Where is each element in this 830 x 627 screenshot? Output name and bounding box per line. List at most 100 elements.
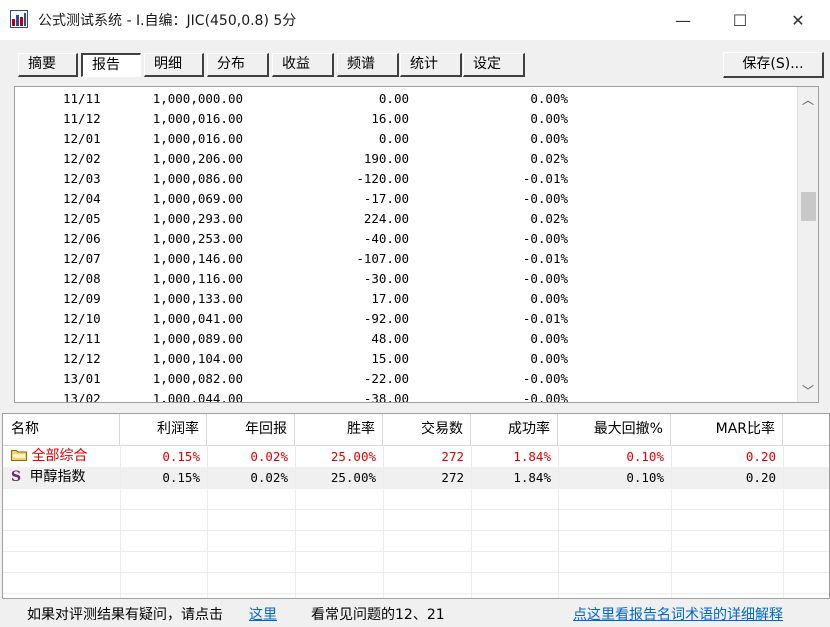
report-profit: 224.00 <box>363 211 409 226</box>
faq-text: 看常见问题的12、21 <box>311 607 445 623</box>
report-balance: 1,000,253.00 <box>152 231 243 246</box>
cell-max-drawdown: 0.10% <box>626 449 664 464</box>
report-row: 12/05 1,000,293.00 224.00 0.02% <box>15 209 795 229</box>
report-percent: 0.02% <box>530 151 568 166</box>
tab-detail[interactable]: 明细 <box>144 53 204 77</box>
report-percent: -0.00% <box>522 371 568 386</box>
report-balance: 1,000,000.00 <box>152 91 243 106</box>
report-row: 12/11 1,000,089.00 48.00 0.00% <box>15 329 795 349</box>
report-date: 11/12 <box>63 111 101 126</box>
summary-table[interactable]: 名称 利润率 年回报 胜率 交易数 成功率 最大回撤% MAR比率 全部综合 0… <box>2 413 830 599</box>
footer-bar: 如果对评测结果有疑问，请点击 这里 看常见问题的12、21 点这里看报告名词术语… <box>0 600 830 627</box>
grid-divider <box>471 445 472 598</box>
maximize-button[interactable]: ☐ <box>717 0 763 40</box>
vertical-scrollbar[interactable]: ︿ ﹀ <box>797 87 818 402</box>
cell-mar-ratio: 0.20 <box>745 449 776 464</box>
tab-settings[interactable]: 设定 <box>463 53 525 77</box>
scroll-up-icon[interactable]: ︿ <box>798 89 818 109</box>
report-date: 12/02 <box>63 151 101 166</box>
report-profit: 16.00 <box>371 111 409 126</box>
tab-spectrum[interactable]: 频谱 <box>337 53 399 77</box>
report-percent: 0.00% <box>530 291 568 306</box>
here-link[interactable]: 这里 <box>249 604 277 624</box>
report-row: 12/06 1,000,253.00 -40.00 -0.00% <box>15 229 795 249</box>
grid-line <box>3 530 829 531</box>
report-date: 12/04 <box>63 191 101 206</box>
report-row: 12/01 1,000,016.00 0.00 0.00% <box>15 129 795 149</box>
header-win-rate[interactable]: 胜率 <box>295 414 383 445</box>
header-profit-rate[interactable]: 利润率 <box>120 414 207 445</box>
glossary-link[interactable]: 点这里看报告名词术语的详细解释 <box>573 604 783 624</box>
report-row: 13/02 1,000,044.00 -38.00 -0.00% <box>15 389 795 403</box>
tab-report[interactable]: 报告 <box>81 53 141 77</box>
report-balance: 1,000,086.00 <box>152 171 243 186</box>
report-balance: 1,000,206.00 <box>152 151 243 166</box>
maximize-icon: ☐ <box>732 10 748 30</box>
grid-divider <box>207 445 208 598</box>
scroll-down-icon[interactable]: ﹀ <box>798 380 818 400</box>
minimize-button[interactable]: — <box>660 0 706 40</box>
tab-profit[interactable]: 收益 <box>272 53 334 77</box>
report-balance: 1,000,104.00 <box>152 351 243 366</box>
report-row: 12/10 1,000,041.00 -92.00 -0.01% <box>15 309 795 329</box>
report-profit: -30.00 <box>363 271 409 286</box>
summary-header: 名称 利润率 年回报 胜率 交易数 成功率 最大回撤% MAR比率 <box>3 414 829 446</box>
report-balance: 1,000,082.00 <box>152 371 243 386</box>
report-profit: -120.00 <box>356 171 409 186</box>
report-balance: 1,000,016.00 <box>152 131 243 146</box>
tab-statistics[interactable]: 统计 <box>400 53 462 77</box>
report-profit: 0.00 <box>378 91 409 106</box>
report-panel[interactable]: 11/11 1,000,000.00 0.00 0.00% 11/12 1,000,016… <box>14 86 819 403</box>
grid-divider <box>558 445 559 598</box>
report-percent: -0.01% <box>522 311 568 326</box>
report-profit: -17.00 <box>363 191 409 206</box>
report-percent: -0.00% <box>522 271 568 286</box>
report-balance: 1,000,069.00 <box>152 191 243 206</box>
summary-row-all[interactable]: 全部综合 0.15% 0.02% 25.00% 272 1.84% 0.10% … <box>3 446 829 468</box>
report-percent: -0.01% <box>522 171 568 186</box>
header-name[interactable]: 名称 <box>3 414 120 445</box>
title-bar: 公式测试系统 - I.自编：JIC(450,0.8) 5分 — ☐ ✕ <box>0 0 830 41</box>
row-name: 全部综合 <box>31 448 88 464</box>
question-text: 如果对评测结果有疑问，请点击 <box>27 607 223 623</box>
header-mar-ratio[interactable]: MAR比率 <box>671 414 783 445</box>
summary-row-methanol[interactable]: S 甲醇指数 0.15% 0.02% 25.00% 272 1.84% 0.10… <box>3 467 829 489</box>
report-row: 11/12 1,000,016.00 16.00 0.00% <box>15 109 795 129</box>
cell-max-drawdown: 0.10% <box>626 470 664 485</box>
report-balance: 1,000,089.00 <box>152 331 243 346</box>
report-profit: 190.00 <box>363 151 409 166</box>
header-annual-return[interactable]: 年回报 <box>207 414 295 445</box>
scrollbar-thumb[interactable] <box>801 192 816 221</box>
cell-success-rate: 1.84% <box>513 470 551 485</box>
report-percent: 0.00% <box>530 351 568 366</box>
report-row: 12/09 1,000,133.00 17.00 0.00% <box>15 289 795 309</box>
cell-win-rate: 25.00% <box>330 449 376 464</box>
header-max-drawdown[interactable]: 最大回撤% <box>558 414 671 445</box>
close-button[interactable]: ✕ <box>775 0 821 40</box>
report-row: 12/07 1,000,146.00 -107.00 -0.01% <box>15 249 795 269</box>
report-profit: -40.00 <box>363 231 409 246</box>
report-percent: 0.00% <box>530 131 568 146</box>
save-button[interactable]: 保存(S)... <box>723 52 824 78</box>
grid-divider <box>783 445 784 598</box>
s-icon: S <box>11 469 22 485</box>
cell-trade-count: 272 <box>441 449 464 464</box>
tab-summary[interactable]: 摘要 <box>18 53 78 77</box>
grid-line <box>3 551 829 552</box>
report-date: 12/10 <box>63 311 101 326</box>
window-title: 公式测试系统 - I.自编：JIC(450,0.8) 5分 <box>38 13 297 29</box>
report-row: 12/04 1,000,069.00 -17.00 -0.00% <box>15 189 795 209</box>
report-profit: 17.00 <box>371 291 409 306</box>
tab-distribution[interactable]: 分布 <box>207 53 269 77</box>
cell-annual-return: 0.02% <box>250 449 288 464</box>
report-date: 12/06 <box>63 231 101 246</box>
report-date: 12/03 <box>63 171 101 186</box>
close-icon: ✕ <box>791 10 805 30</box>
header-success-rate[interactable]: 成功率 <box>471 414 558 445</box>
header-trade-count[interactable]: 交易数 <box>383 414 471 445</box>
grid-divider <box>120 445 121 598</box>
report-date: 13/02 <box>63 391 101 403</box>
report-date: 12/07 <box>63 251 101 266</box>
report-percent: 0.00% <box>530 331 568 346</box>
cell-mar-ratio: 0.20 <box>745 470 776 485</box>
